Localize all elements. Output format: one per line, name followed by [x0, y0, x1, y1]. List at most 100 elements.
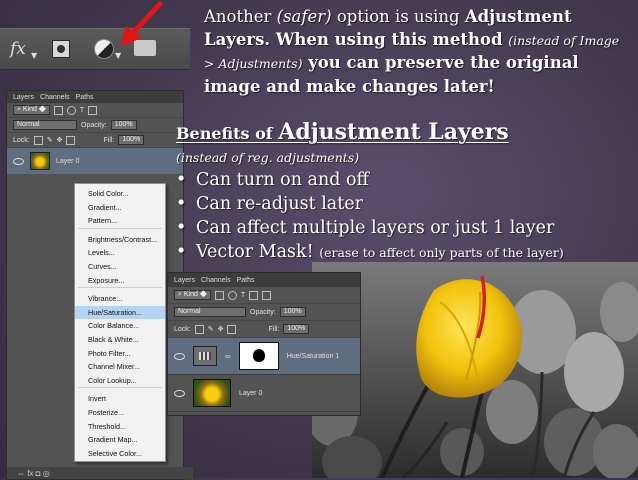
benefits-subtitle: (instead of reg. adjustments): [176, 150, 360, 165]
visibility-eye-icon[interactable]: [174, 352, 185, 360]
bullet-text: Can turn on and off: [196, 170, 369, 190]
fill-label: Fill:: [268, 325, 280, 333]
menu-item-color-lookup[interactable]: Color Lookup...: [75, 374, 165, 388]
tab-layers[interactable]: Layers: [13, 94, 34, 101]
menu-item-pattern[interactable]: Pattern...: [75, 214, 165, 228]
layer-row-layer-0[interactable]: Layer 0: [168, 375, 360, 412]
filter-kind-select[interactable]: ⌕ Kind ◆: [174, 290, 211, 300]
lock-all-icon[interactable]: [227, 324, 237, 334]
menu-item-hue-saturation[interactable]: Hue/Saturation...: [75, 305, 165, 320]
layer-row-hue-saturation[interactable]: ∞ Hue/Saturation 1: [168, 338, 360, 375]
blend-row: Normal Opacity: 100%: [7, 118, 183, 133]
adjustment-layer-menu: Solid Color... Gradient... Pattern... Br…: [74, 183, 166, 462]
filter-adjustment-icon[interactable]: [66, 105, 76, 115]
opacity-label: Opacity:: [250, 308, 276, 316]
layer-name: Layer 0: [239, 389, 263, 397]
filter-adjustment-icon[interactable]: [227, 290, 237, 300]
menu-item-color-balance[interactable]: Color Balance...: [75, 319, 165, 333]
menu-item-threshold[interactable]: Threshold...: [75, 420, 165, 434]
layer-name: Layer 0: [56, 157, 80, 165]
filter-kind-label: Kind: [22, 106, 37, 113]
fx-icon[interactable]: fx: [10, 39, 26, 59]
fx-dropdown-caret-icon[interactable]: ▼: [31, 51, 37, 60]
layer-row[interactable]: Layer 0: [7, 148, 183, 174]
bullet-text: Can affect multiple layers or just 1 lay…: [196, 218, 555, 238]
adjustment-dropdown-caret-icon[interactable]: ▼: [115, 51, 121, 60]
menu-item-vibrance[interactable]: Vibrance...: [75, 292, 165, 306]
blend-row: Normal Opacity: 100%: [168, 304, 360, 321]
layer-name: Hue/Saturation 1: [286, 352, 340, 360]
filter-pixel-icon[interactable]: [214, 290, 224, 300]
filter-kind-select[interactable]: ⌕ Kind ◆: [13, 105, 50, 115]
tab-channels[interactable]: Channels: [201, 277, 231, 284]
menu-item-exposure[interactable]: Exposure...: [75, 274, 165, 288]
tab-layers[interactable]: Layers: [174, 277, 195, 284]
filter-pixel-icon[interactable]: [53, 105, 63, 115]
adjustment-thumbnail: [193, 346, 217, 366]
fill-label: Fill:: [103, 136, 115, 144]
intro-paragraph: Another (safer) option is using Adjustme…: [204, 6, 629, 98]
visibility-eye-icon[interactable]: [174, 389, 185, 397]
benefits-heading: Benefits of Adjustment Layers: [176, 119, 509, 145]
opacity-label: Opacity:: [81, 121, 107, 129]
menu-item-posterize[interactable]: Posterize...: [75, 406, 165, 420]
layers-panel: Layers Channels Paths ⌕ Kind ◆ T Normal …: [167, 272, 361, 416]
panel-bottom-icons[interactable]: ⇔ fx ◘ ◎: [17, 469, 50, 478]
opacity-input[interactable]: 100%: [110, 120, 137, 130]
menu-item-levels[interactable]: Levels...: [75, 246, 165, 260]
menu-item-gradient[interactable]: Gradient...: [75, 201, 165, 215]
lock-move-icon[interactable]: ✥: [218, 325, 224, 333]
intro-part: option is using: [331, 7, 465, 26]
filter-row: ⌕ Kind ◆ T: [168, 287, 360, 304]
bullet-text: Can re-adjust later: [196, 194, 363, 214]
layer-thumbnail: [193, 379, 231, 407]
lock-paint-icon[interactable]: ✎: [208, 325, 214, 333]
layer-mask-icon[interactable]: [52, 40, 70, 58]
filter-kind-label: Kind: [183, 291, 198, 298]
link-chain-icon[interactable]: ∞: [225, 352, 231, 361]
tab-paths[interactable]: Paths: [76, 94, 94, 101]
bullet-note: (erase to affect only parts of the layer…: [319, 245, 564, 260]
layer-thumbnail: [30, 152, 50, 170]
menu-item-black-white[interactable]: Black & White...: [75, 333, 165, 347]
tab-channels[interactable]: Channels: [40, 94, 70, 101]
lock-all-icon[interactable]: [66, 135, 76, 145]
filter-type-icon[interactable]: T: [80, 107, 84, 114]
menu-item-channel-mixer[interactable]: Channel Mixer...: [75, 360, 165, 374]
red-arrow-icon: [120, 1, 163, 46]
panel-bottom-bar: ⇔ fx ◘ ◎: [7, 467, 193, 479]
visibility-eye-icon[interactable]: [13, 157, 24, 165]
filter-row: ⌕ Kind ◆ T: [7, 103, 183, 118]
tab-paths[interactable]: Paths: [237, 277, 255, 284]
lock-transparent-icon[interactable]: [33, 135, 43, 145]
blend-mode-select[interactable]: Normal: [174, 307, 246, 317]
lock-label: Lock:: [174, 325, 191, 333]
filter-smart-object-icon[interactable]: [262, 290, 272, 300]
lock-row: Lock: ✎ ✥ Fill: 100%: [7, 133, 183, 148]
blend-mode-select[interactable]: Normal: [13, 120, 77, 130]
intro-part: Another: [204, 7, 277, 26]
list-item: Can affect multiple layers or just 1 lay…: [176, 216, 564, 240]
menu-item-gradient-map[interactable]: Gradient Map...: [75, 433, 165, 447]
filter-shape-icon[interactable]: [249, 290, 259, 300]
list-item: Can turn on and off: [176, 168, 564, 192]
fill-input[interactable]: 100%: [283, 324, 310, 334]
menu-item-brightness-contrast[interactable]: Brightness/Contrast...: [75, 233, 165, 247]
intro-part: (safer): [276, 7, 332, 26]
panel-tabs: Layers Channels Paths: [168, 273, 360, 287]
filter-type-icon[interactable]: T: [241, 292, 245, 299]
filter-shape-icon[interactable]: [88, 105, 98, 115]
benefits-heading-prefix: Benefits of: [176, 124, 279, 143]
fill-input[interactable]: 100%: [118, 135, 145, 145]
adjustment-layer-icon[interactable]: [94, 39, 114, 59]
lock-move-icon[interactable]: ✥: [57, 136, 63, 144]
layer-mask-thumbnail[interactable]: [238, 342, 279, 370]
menu-item-solid-color[interactable]: Solid Color...: [75, 187, 165, 201]
menu-item-selective-color[interactable]: Selective Color...: [75, 447, 165, 461]
menu-item-photo-filter[interactable]: Photo Filter...: [75, 347, 165, 361]
lock-transparent-icon[interactable]: [194, 324, 204, 334]
menu-item-invert[interactable]: Invert: [75, 392, 165, 406]
lock-paint-icon[interactable]: ✎: [47, 136, 53, 144]
menu-item-curves[interactable]: Curves...: [75, 260, 165, 274]
opacity-input[interactable]: 100%: [279, 307, 306, 317]
